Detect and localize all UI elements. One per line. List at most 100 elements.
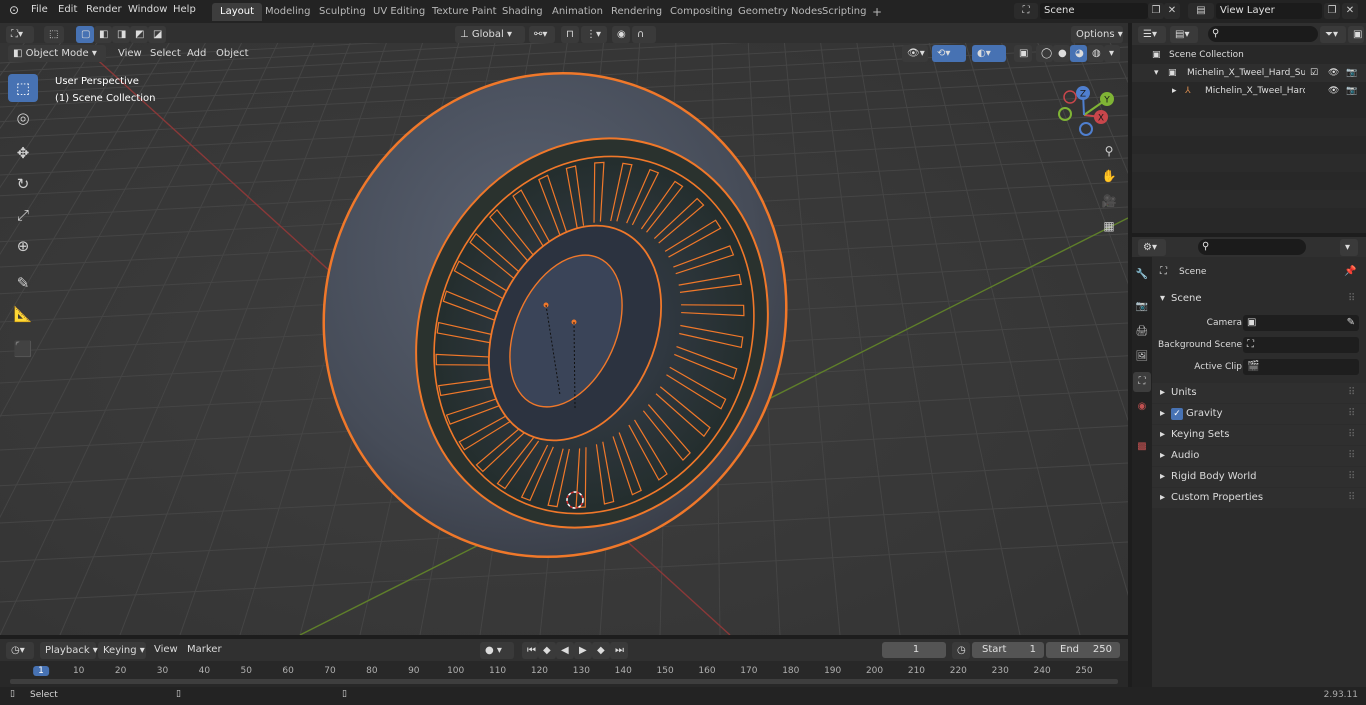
- viewport-menu-object[interactable]: Object: [216, 48, 249, 59]
- texture-tab-icon[interactable]: ▩: [1133, 437, 1151, 457]
- outliner-row-object[interactable]: ▸ ⅄ Michelin_X_Tweel_Hard_S 👁 📷: [1132, 82, 1366, 100]
- visibility-eye-icon[interactable]: 👁: [1328, 82, 1339, 100]
- view-layer-field[interactable]: View Layer: [1216, 3, 1322, 19]
- tab-animation[interactable]: Animation: [544, 3, 611, 21]
- add-workspace-icon[interactable]: +: [868, 3, 886, 21]
- keying-menu[interactable]: Keying ▾: [98, 642, 146, 659]
- transform-tool-icon[interactable]: ⊕: [8, 232, 38, 260]
- rigid-body-world-panel-header[interactable]: ▸ Rigid Body World ⠿: [1152, 467, 1366, 487]
- 3d-viewport[interactable]: X Y Z User Perspective (1) Scene Collect…: [0, 43, 1128, 635]
- outliner-display-mode-icon[interactable]: ▤▾: [1170, 26, 1198, 43]
- scale-tool-icon[interactable]: ⤢: [8, 201, 38, 229]
- zoom-icon[interactable]: ⚲: [1098, 140, 1120, 162]
- blender-logo-icon[interactable]: ⊙: [9, 3, 19, 17]
- scene-selector-icon[interactable]: ⛶: [1014, 3, 1038, 19]
- properties-options-icon[interactable]: ▾: [1340, 239, 1358, 256]
- view-layer-selector-icon[interactable]: ▤: [1188, 3, 1214, 19]
- select-mode-new-icon[interactable]: ▢: [76, 26, 94, 43]
- tab-scripting[interactable]: Scripting: [814, 3, 874, 21]
- move-tool-icon[interactable]: ✥: [8, 139, 38, 167]
- drag-handle-icon[interactable]: ⠿: [1348, 383, 1355, 403]
- auto-keying-icon[interactable]: ● ▾: [480, 642, 514, 659]
- add-cube-tool-icon[interactable]: ⬛: [8, 335, 38, 363]
- outliner-row-scene-collection[interactable]: ▣ Scene Collection: [1132, 46, 1366, 64]
- outliner-row-collection[interactable]: ▾ ▣ Michelin_X_Tweel_Hard_Surfa ☑ 👁 📷: [1132, 64, 1366, 82]
- jump-end-icon[interactable]: ⏭: [610, 642, 628, 659]
- custom-properties-panel-header[interactable]: ▸ Custom Properties ⠿: [1152, 488, 1366, 508]
- menu-file[interactable]: File: [31, 4, 48, 15]
- properties-editor-type-icon[interactable]: ⚙▾: [1138, 239, 1166, 256]
- options-dropdown[interactable]: Options ▾: [1071, 26, 1123, 43]
- perspective-toggle-icon[interactable]: ▦: [1098, 215, 1120, 237]
- gravity-checkbox[interactable]: ✓: [1171, 408, 1183, 420]
- output-tab-icon[interactable]: 🖨: [1133, 322, 1151, 342]
- drag-handle-icon[interactable]: ⠿: [1348, 446, 1355, 466]
- timeline-menu-view[interactable]: View: [154, 644, 178, 655]
- shading-options-icon[interactable]: ▾: [1104, 45, 1120, 62]
- xray-toggle-icon[interactable]: ▣: [1014, 45, 1032, 62]
- render-camera-icon[interactable]: 📷: [1346, 64, 1357, 82]
- menu-render[interactable]: Render: [86, 4, 122, 15]
- tool-tab-icon[interactable]: 🔧: [1133, 265, 1151, 285]
- jump-start-icon[interactable]: ⏮: [522, 642, 538, 659]
- shading-solid-icon[interactable]: ●: [1053, 45, 1070, 62]
- current-frame-field[interactable]: 1: [882, 642, 946, 658]
- visibility-eye-icon[interactable]: 👁: [1328, 64, 1339, 82]
- outliner-search-input[interactable]: ⚲: [1208, 26, 1318, 42]
- audio-panel-header[interactable]: ▸ Audio ⠿: [1152, 446, 1366, 466]
- select-mode-extend-icon[interactable]: ◧: [94, 26, 112, 43]
- play-icon[interactable]: ▶: [574, 642, 592, 659]
- tab-shading[interactable]: Shading: [494, 3, 551, 21]
- falloff-icon[interactable]: ∩: [632, 26, 656, 43]
- background-scene-field[interactable]: ⛶: [1243, 337, 1359, 353]
- mode-dropdown[interactable]: ◧ Object Mode ▾: [8, 45, 106, 62]
- camera-view-icon[interactable]: 🎥: [1098, 190, 1120, 212]
- pan-hand-icon[interactable]: ✋: [1098, 165, 1120, 187]
- select-mode-subtract-icon[interactable]: ◨: [112, 26, 130, 43]
- tab-texture-paint[interactable]: Texture Paint: [424, 3, 505, 21]
- eyedropper-icon[interactable]: ✎: [1347, 313, 1355, 333]
- delete-view-layer-icon[interactable]: ✕: [1342, 3, 1358, 19]
- new-collection-icon[interactable]: ▣: [1348, 26, 1364, 43]
- tab-modeling[interactable]: Modeling: [257, 3, 319, 21]
- menu-edit[interactable]: Edit: [58, 4, 77, 15]
- shading-material-icon[interactable]: ◕: [1070, 45, 1087, 62]
- new-scene-icon[interactable]: ❐: [1148, 3, 1164, 19]
- playback-menu[interactable]: Playback ▾: [40, 642, 98, 659]
- jump-next-keyframe-icon[interactable]: ◆: [592, 642, 610, 659]
- pivot-point-icon[interactable]: ⚯▾: [529, 26, 555, 43]
- camera-field[interactable]: ▣ ✎: [1243, 315, 1359, 331]
- visibility-toggle-icon[interactable]: 👁▾: [902, 45, 928, 62]
- include-checkbox-icon[interactable]: ☑: [1310, 64, 1318, 82]
- timeline-scrollbar[interactable]: [10, 679, 1118, 684]
- drag-handle-icon[interactable]: ⠿: [1348, 488, 1355, 508]
- menu-help[interactable]: Help: [173, 4, 196, 15]
- expand-arrow-icon[interactable]: ▾: [1154, 64, 1159, 82]
- viewport-menu-select[interactable]: Select: [150, 48, 181, 59]
- cursor-tool-icon[interactable]: ◎: [8, 104, 38, 132]
- editor-type-icon[interactable]: ⛶▾: [6, 26, 34, 43]
- outliner-editor-type-icon[interactable]: ☰▾: [1138, 26, 1166, 43]
- shading-rendered-icon[interactable]: ◍: [1087, 45, 1104, 62]
- scene-tab-icon[interactable]: ⛶: [1133, 372, 1151, 392]
- shading-wireframe-icon[interactable]: ◯: [1036, 45, 1053, 62]
- pin-icon[interactable]: 📌: [1344, 262, 1356, 282]
- tab-rendering[interactable]: Rendering: [603, 3, 670, 21]
- jump-prev-keyframe-icon[interactable]: ◆: [538, 642, 556, 659]
- playhead[interactable]: 1: [33, 666, 49, 676]
- overlays-toggle-icon[interactable]: ◐▾: [972, 45, 1006, 62]
- play-reverse-icon[interactable]: ◀: [556, 642, 574, 659]
- expand-arrow-icon[interactable]: ▸: [1172, 82, 1177, 100]
- timeline-editor-type-icon[interactable]: ◷▾: [6, 642, 34, 659]
- annotate-tool-icon[interactable]: ✎: [8, 269, 38, 297]
- viewport-menu-view[interactable]: View: [118, 48, 142, 59]
- end-frame-field[interactable]: End 250: [1046, 642, 1120, 658]
- snap-icon[interactable]: ⊓: [561, 26, 579, 43]
- proportional-edit-icon[interactable]: ◉: [612, 26, 630, 43]
- scene-panel-header[interactable]: ▾ Scene ⠿: [1152, 289, 1366, 309]
- render-camera-icon[interactable]: 📷: [1346, 82, 1357, 100]
- timeline[interactable]: 1 10 20 30 40 50 60 70 80 90 100 110 120 130 140 150 160…: [0, 661, 1128, 687]
- select-mode-intersect-icon[interactable]: ◪: [148, 26, 166, 43]
- select-mode-invert-icon[interactable]: ◩: [130, 26, 148, 43]
- properties-search-input[interactable]: ⚲: [1198, 239, 1306, 255]
